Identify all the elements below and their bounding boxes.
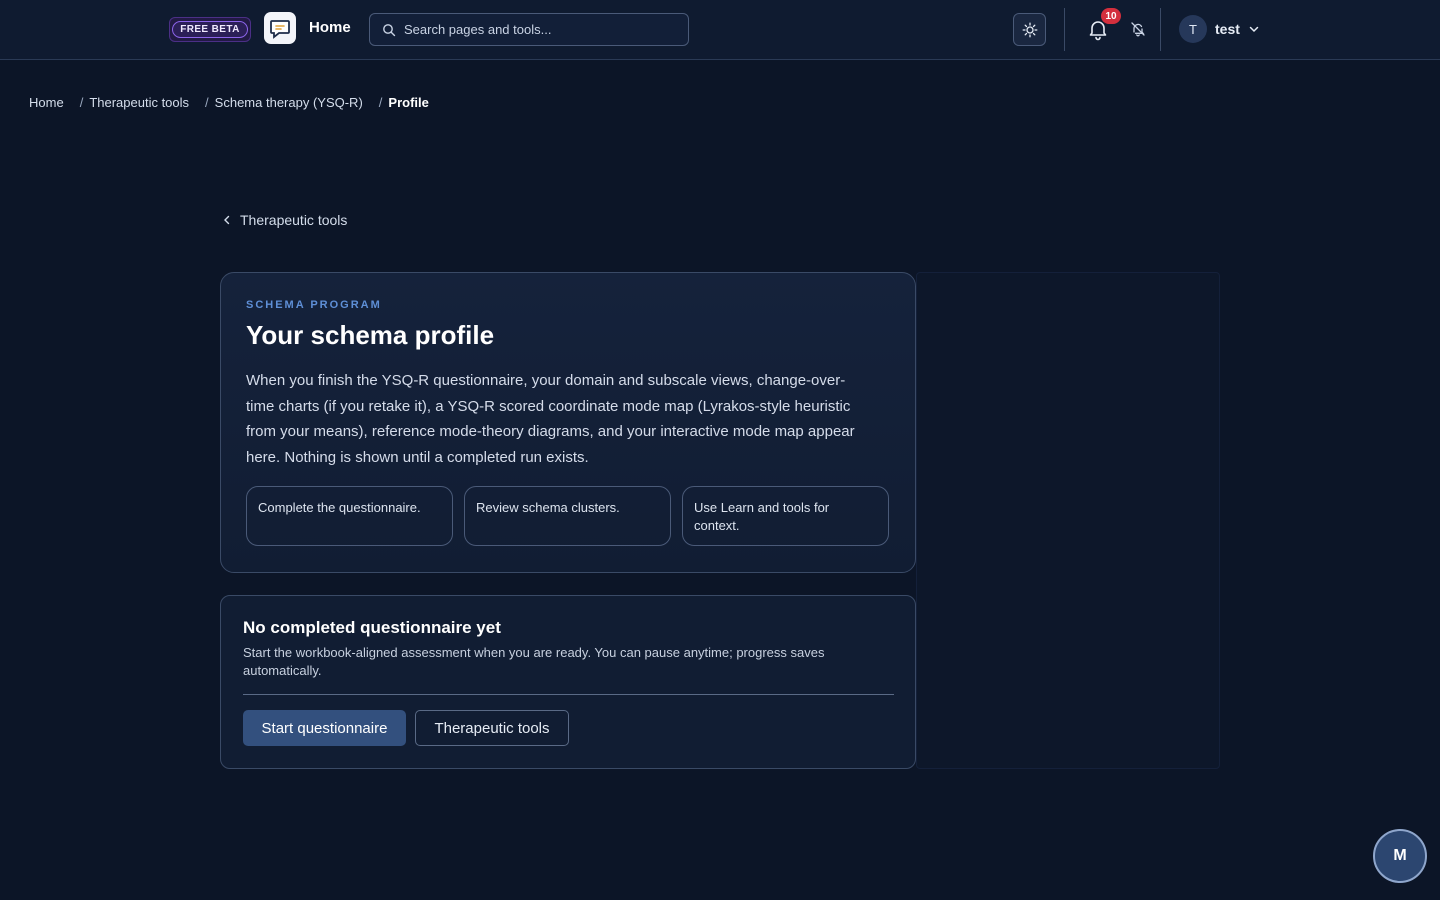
back-link-label: Therapeutic tools (240, 212, 348, 228)
divider (1064, 8, 1065, 51)
step-card-learn: Use Learn and tools for context. (682, 486, 889, 546)
step-card-clusters: Review schema clusters. (464, 486, 671, 546)
user-name: test (1215, 21, 1240, 37)
breadcrumb-schema-therapy[interactable]: Schema therapy (YSQ-R) (215, 95, 363, 110)
theme-toggle-button[interactable] (1013, 13, 1046, 46)
notification-count-badge: 10 (1101, 8, 1121, 24)
step-card-questionnaire: Complete the questionnaire. (246, 486, 453, 546)
page-title: Your schema profile (246, 320, 495, 350)
empty-state-title: No completed questionnaire yet (243, 618, 501, 637)
free-beta-badge: FREE BETA (169, 17, 251, 42)
sun-icon (1022, 22, 1037, 37)
breadcrumb-therapeutic-tools[interactable]: Therapeutic tools (89, 95, 189, 110)
schema-profile-card: SCHEMA PROGRAM Your schema profile When … (220, 272, 916, 573)
section-eyebrow: SCHEMA PROGRAM (246, 299, 382, 311)
chevron-left-icon (224, 215, 230, 225)
breadcrumb-separator: / (205, 95, 209, 110)
empty-state-card: No completed questionnaire yet Start the… (220, 595, 916, 769)
bell-off-icon[interactable] (1130, 21, 1146, 37)
back-link[interactable]: Therapeutic tools (222, 212, 347, 228)
chat-logo-icon[interactable] (264, 12, 296, 44)
breadcrumb-separator: / (79, 95, 84, 110)
search-box[interactable] (369, 13, 689, 46)
divider (1160, 8, 1161, 51)
breadcrumb-home[interactable]: Home (29, 95, 64, 110)
therapeutic-tools-button[interactable]: Therapeutic tools (415, 710, 569, 746)
search-input[interactable] (404, 22, 674, 37)
breadcrumb-separator: / (378, 95, 383, 110)
assistant-fab-button[interactable]: M (1373, 829, 1427, 883)
empty-state-description: Start the workbook-aligned assessment wh… (243, 645, 825, 678)
divider (243, 694, 894, 695)
user-menu[interactable]: T test (1179, 14, 1260, 44)
free-beta-label: FREE BETA (172, 21, 248, 38)
home-link[interactable]: Home (309, 19, 351, 36)
side-panel (916, 272, 1220, 769)
breadcrumb: Home / Therapeutic tools / Schema therap… (29, 95, 445, 110)
avatar: T (1179, 15, 1207, 43)
profile-description: When you finish the YSQ-R questionnaire,… (246, 372, 855, 466)
start-questionnaire-button[interactable]: Start questionnaire (243, 710, 406, 746)
search-icon (383, 23, 396, 36)
chevron-down-icon (1249, 26, 1259, 33)
breadcrumb-profile: Profile (388, 95, 429, 110)
top-navigation-bar: FREE BETA Home 10 T test (0, 0, 1440, 60)
